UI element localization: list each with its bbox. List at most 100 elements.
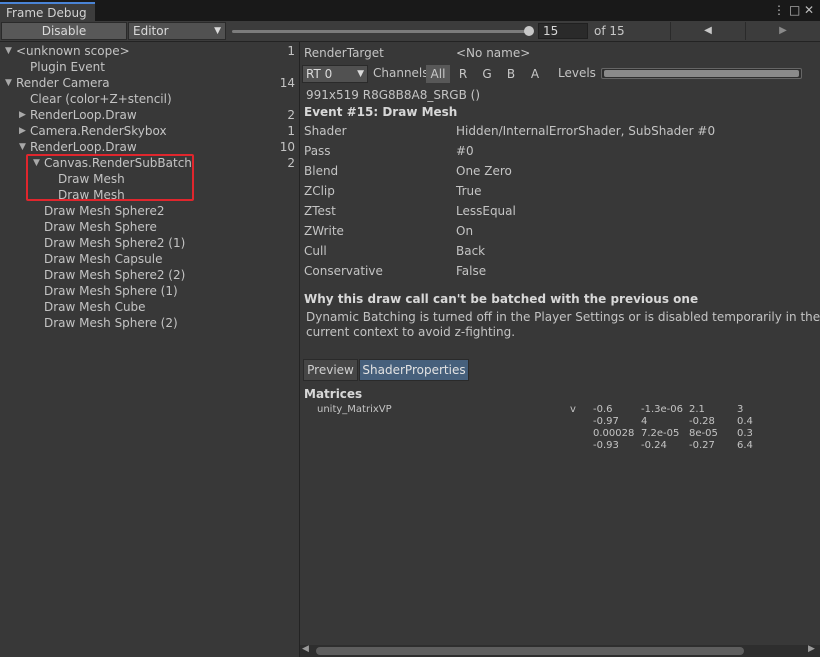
tab-preview[interactable]: Preview xyxy=(303,359,358,381)
tree-row-label: Draw Mesh Sphere2 xyxy=(44,204,165,218)
property-key: Pass xyxy=(304,144,331,158)
tab-frame-debug[interactable]: Frame Debug xyxy=(0,2,95,21)
property-value: True xyxy=(456,184,482,198)
tree-row[interactable]: ▶ RenderLoop.Draw 2 xyxy=(0,107,299,123)
frame-number-input[interactable]: 15 xyxy=(538,23,588,39)
matrix-cell: 0.4 xyxy=(737,416,753,427)
expand-arrow-icon[interactable]: ▶ xyxy=(19,123,26,139)
render-target-dropdown-label: RT 0 xyxy=(306,67,333,81)
scrollbar-thumb[interactable] xyxy=(316,647,744,655)
levels-slider[interactable] xyxy=(601,68,802,79)
tree-row-label: Draw Mesh Sphere (2) xyxy=(44,316,178,330)
tree-row-label: Draw Mesh Sphere2 (1) xyxy=(44,236,186,250)
tree-row[interactable]: Draw Mesh Sphere (2) xyxy=(0,315,299,331)
tree-row-label: RenderLoop.Draw xyxy=(30,140,137,154)
tree-row-count: 2 xyxy=(287,108,295,122)
channel-a-button[interactable]: A xyxy=(523,65,547,83)
matrix-cell: -1.3e-06 xyxy=(641,404,683,415)
disable-button[interactable]: Disable xyxy=(1,22,127,40)
tree-row[interactable]: Draw Mesh Sphere xyxy=(0,219,299,235)
more-options-icon[interactable]: ⋮ xyxy=(773,3,785,17)
arrow-left-icon: ◀ xyxy=(704,25,712,36)
panel-divider[interactable] xyxy=(299,42,300,657)
tree-row[interactable]: Draw Mesh Capsule xyxy=(0,251,299,267)
tree-row-count: 10 xyxy=(279,140,295,154)
tree-row[interactable]: ▼ RenderLoop.Draw 10 xyxy=(0,139,299,155)
tree-row-count: 14 xyxy=(279,76,295,90)
property-value: LessEqual xyxy=(456,204,516,218)
close-icon[interactable]: ✕ xyxy=(804,3,814,17)
next-event-button[interactable]: ▶ xyxy=(745,22,820,40)
render-target-value: <No name> xyxy=(456,46,531,60)
arrow-right-icon: ▶ xyxy=(779,25,787,36)
matrix-cell: 6.4 xyxy=(737,440,753,451)
tree-row[interactable]: Draw Mesh Cube xyxy=(0,299,299,315)
event-tree: ▼ <unknown scope> 1 Plugin Event ▼ Rende… xyxy=(0,42,299,657)
tree-row[interactable]: ▼ <unknown scope> 1 xyxy=(0,43,299,59)
matrix-cell: -0.24 xyxy=(641,440,667,451)
frame-slider-thumb[interactable] xyxy=(524,26,534,36)
tree-row[interactable]: Draw Mesh Sphere2 (2) xyxy=(0,267,299,283)
previous-event-button[interactable]: ◀ xyxy=(670,22,745,40)
tree-row-label: <unknown scope> xyxy=(16,44,130,58)
property-value: False xyxy=(456,264,487,278)
tree-row[interactable]: Draw Mesh Sphere2 xyxy=(0,203,299,219)
matrix-cell: 7.2e-05 xyxy=(641,428,680,439)
tree-row-label: Render Camera xyxy=(16,76,110,90)
matrix-cell: 8e-05 xyxy=(689,428,718,439)
property-key: ZTest xyxy=(304,204,336,218)
frame-total-label: of 15 xyxy=(594,24,625,38)
channel-g-button[interactable]: G xyxy=(475,65,499,83)
maximize-icon[interactable]: □ xyxy=(789,3,800,17)
batch-reason-line: Dynamic Batching is turned off in the Pl… xyxy=(306,310,820,324)
batch-reason-title: Why this draw call can't be batched with… xyxy=(304,292,699,306)
tree-row-label: Draw Mesh Sphere xyxy=(44,220,157,234)
tree-row[interactable]: Plugin Event xyxy=(0,59,299,75)
matrix-cell: -0.28 xyxy=(689,416,715,427)
property-key: ZClip xyxy=(304,184,335,198)
expand-arrow-icon[interactable]: ▼ xyxy=(19,139,26,155)
property-key: Blend xyxy=(304,164,339,178)
render-target-format: 991x519 R8G8B8A8_SRGB () xyxy=(306,88,481,102)
property-key: Cull xyxy=(304,244,327,258)
channel-b-button[interactable]: B xyxy=(499,65,523,83)
channels-label: Channels xyxy=(373,66,429,80)
matrix-cell: 0.00028 xyxy=(593,428,635,439)
levels-label: Levels xyxy=(558,66,596,80)
tree-row-count: 1 xyxy=(287,44,295,58)
property-value: One Zero xyxy=(456,164,512,178)
target-dropdown[interactable]: Editor ▼ xyxy=(128,22,226,40)
tree-row-count: 2 xyxy=(287,156,295,170)
channel-all-button[interactable]: All xyxy=(426,65,450,83)
matrix-cell: -0.27 xyxy=(689,440,715,451)
channel-r-button[interactable]: R xyxy=(451,65,475,83)
tree-row[interactable]: Draw Mesh Sphere2 (1) xyxy=(0,235,299,251)
window-tab-strip xyxy=(0,0,820,21)
matrix-name: unity_MatrixVP xyxy=(317,404,392,415)
tree-row[interactable]: ▼ Render Camera 14 xyxy=(0,75,299,91)
matrices-title: Matrices xyxy=(304,387,363,401)
tree-row-label: RenderLoop.Draw xyxy=(30,108,137,122)
expand-arrow-icon[interactable]: ▼ xyxy=(5,43,12,59)
levels-range[interactable] xyxy=(604,70,799,77)
tree-row-label: Clear (color+Z+stencil) xyxy=(30,92,172,106)
matrix-cell: -0.97 xyxy=(593,416,619,427)
tree-row-label: Draw Mesh Sphere2 (2) xyxy=(44,268,186,282)
chevron-down-icon: ▼ xyxy=(357,69,364,79)
tree-row[interactable]: ▶ Camera.RenderSkybox 1 xyxy=(0,123,299,139)
scroll-right-icon[interactable]: ▶ xyxy=(808,644,815,654)
tree-row-label: Draw Mesh Sphere (1) xyxy=(44,284,178,298)
tree-row[interactable]: Draw Mesh Sphere (1) xyxy=(0,283,299,299)
tree-row[interactable]: Clear (color+Z+stencil) xyxy=(0,91,299,107)
render-target-dropdown[interactable]: RT 0 ▼ xyxy=(302,65,368,83)
batch-reason-line: current context to avoid z-fighting. xyxy=(306,325,516,339)
event-title: Event #15: Draw Mesh xyxy=(304,105,458,119)
scroll-left-icon[interactable]: ◀ xyxy=(302,644,309,654)
frame-slider-track[interactable] xyxy=(232,30,530,33)
target-dropdown-label: Editor xyxy=(133,24,169,38)
tab-shader-properties[interactable]: ShaderProperties xyxy=(359,359,469,381)
expand-arrow-icon[interactable]: ▼ xyxy=(5,75,12,91)
matrix-cell: -0.6 xyxy=(593,404,613,415)
expand-arrow-icon[interactable]: ▶ xyxy=(19,107,26,123)
tab-title: Frame Debug xyxy=(6,6,87,20)
